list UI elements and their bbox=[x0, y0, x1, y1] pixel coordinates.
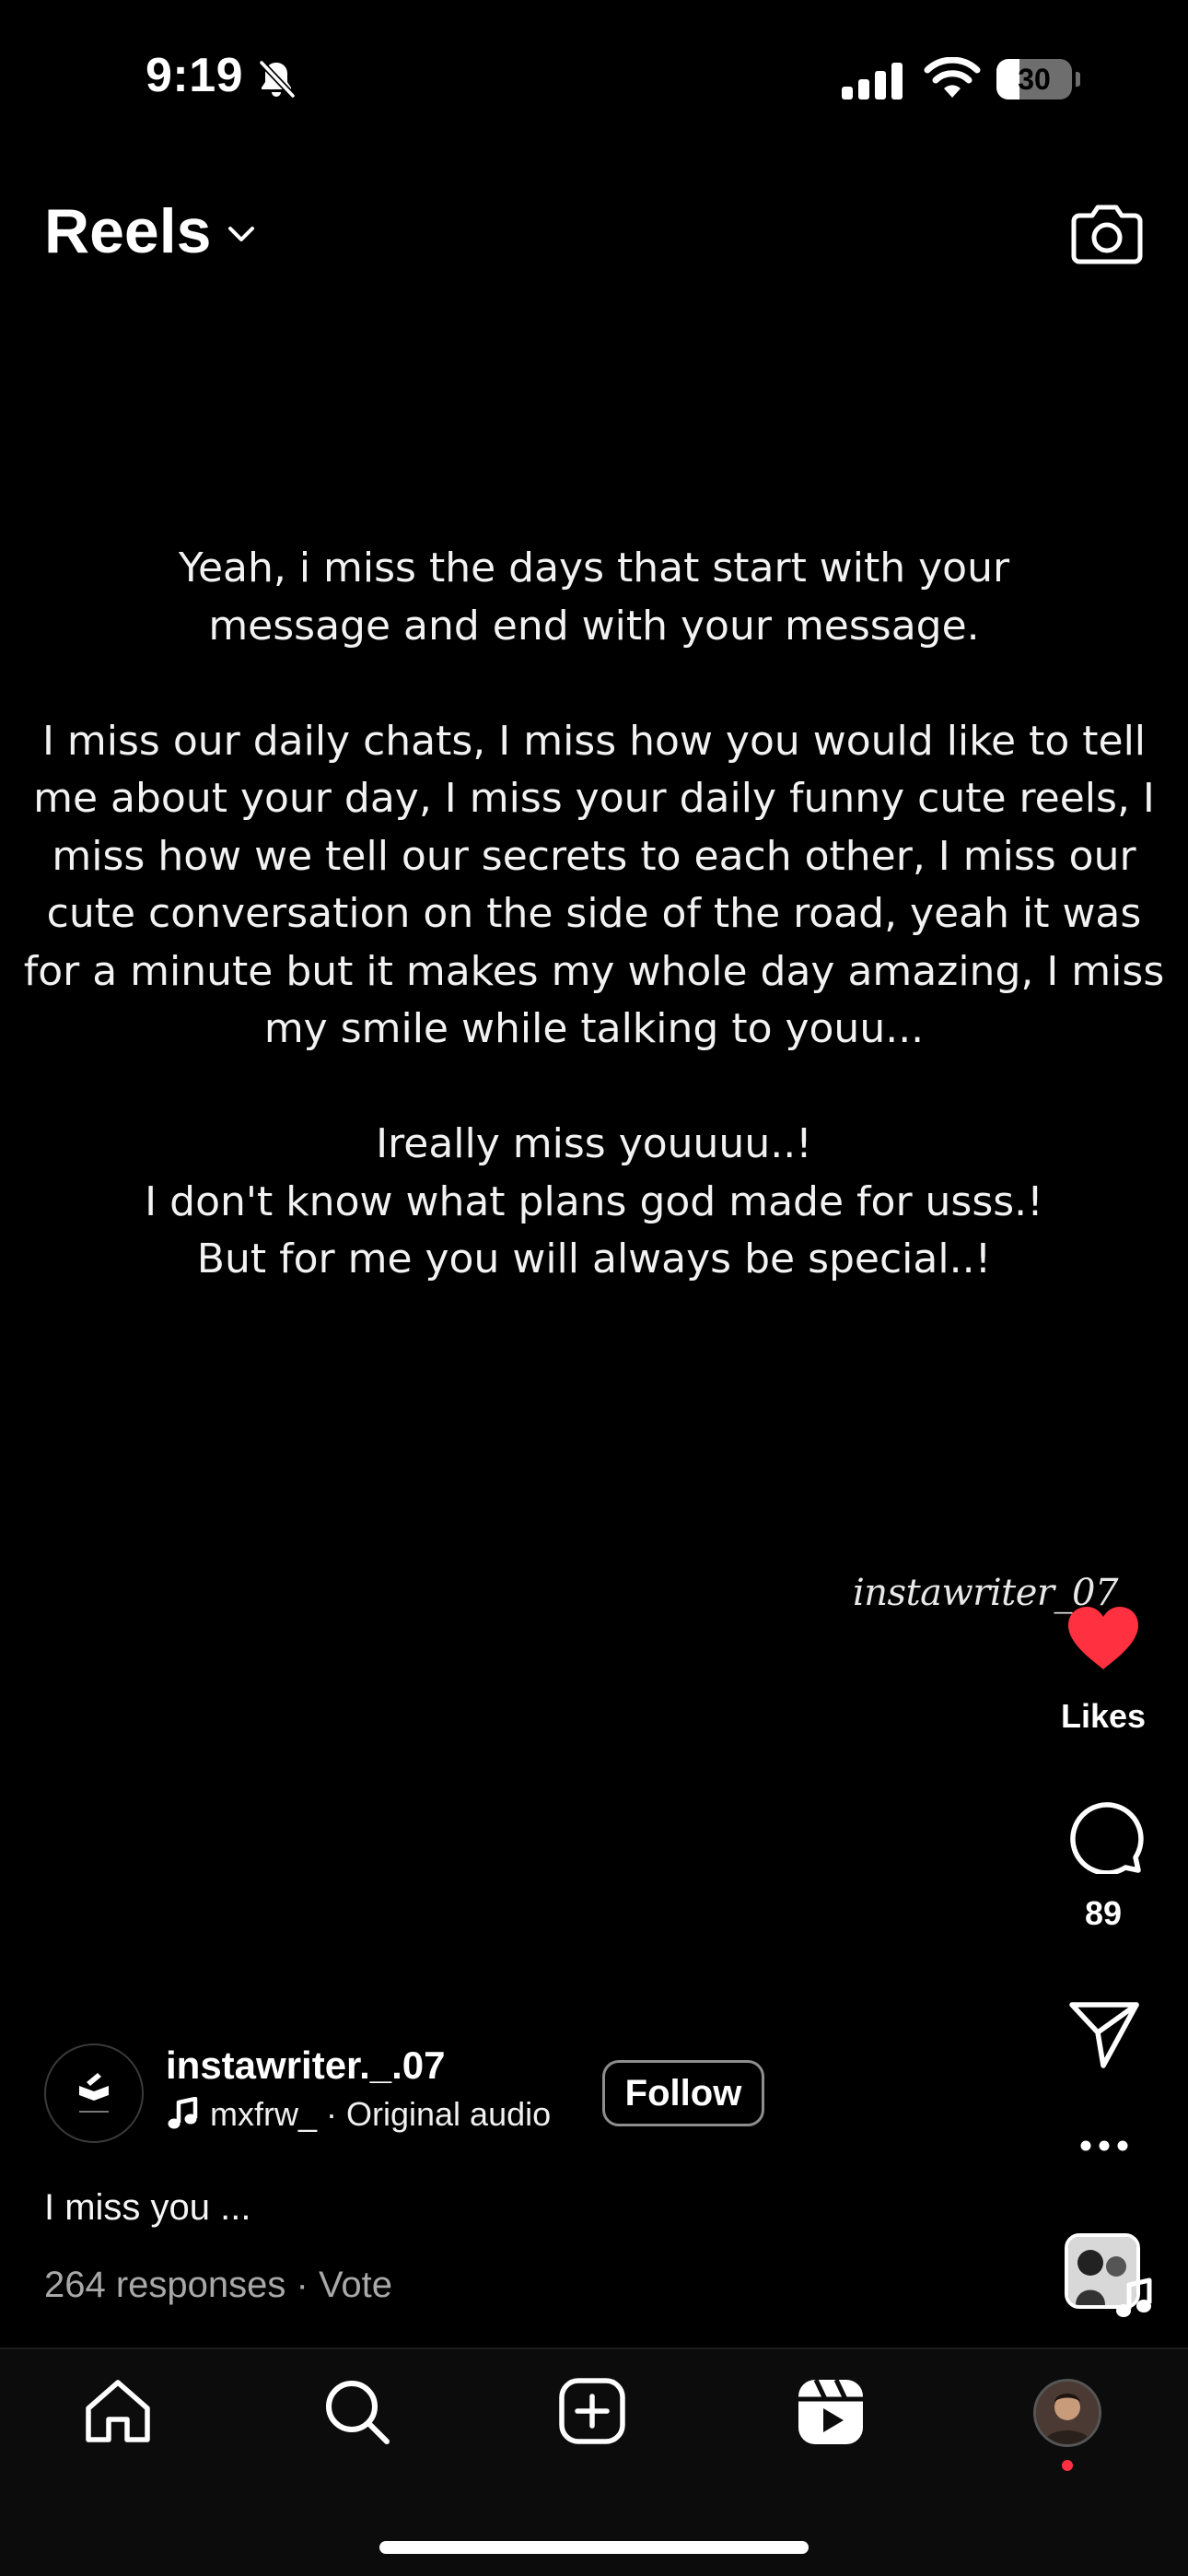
audio-info[interactable]: mxfrw_ · Original audio bbox=[210, 2095, 551, 2134]
signal-icon bbox=[842, 63, 903, 100]
author-username[interactable]: instawriter._.07 bbox=[166, 2043, 446, 2088]
more-options-icon[interactable] bbox=[1079, 2139, 1129, 2152]
bell-slash-icon bbox=[259, 60, 296, 99]
poll-info[interactable]: 264 responses · Vote bbox=[44, 2265, 392, 2306]
reel-text: Yeah, i miss the days that start with yo… bbox=[23, 544, 1165, 1282]
poll-responses[interactable]: 264 responses bbox=[44, 2265, 285, 2305]
poll-separator: · bbox=[285, 2265, 319, 2305]
comment-icon[interactable] bbox=[1065, 1797, 1144, 1874]
notification-dot bbox=[1062, 2460, 1073, 2471]
paper-plane-icon[interactable] bbox=[1066, 1999, 1142, 2069]
wifi-icon bbox=[924, 57, 981, 98]
camera-icon[interactable] bbox=[1070, 199, 1144, 267]
profile-avatar[interactable] bbox=[1033, 2379, 1101, 2447]
reels-icon[interactable] bbox=[796, 2377, 866, 2447]
battery-indicator: 30 bbox=[996, 59, 1081, 100]
likes-label[interactable]: Likes bbox=[1013, 1697, 1188, 1736]
music-note-icon bbox=[1116, 2277, 1152, 2317]
comment-count[interactable]: 89 bbox=[1013, 1894, 1188, 1933]
chevron-down-icon[interactable] bbox=[225, 217, 258, 251]
heart-icon[interactable] bbox=[1065, 1603, 1142, 1673]
create-post-icon[interactable] bbox=[558, 2377, 626, 2445]
page-title[interactable]: Reels bbox=[44, 195, 211, 267]
status-time: 9:19 bbox=[146, 49, 244, 102]
audio-name[interactable]: Original audio bbox=[346, 2095, 551, 2133]
follow-button[interactable]: Follow bbox=[602, 2060, 764, 2126]
home-indicator[interactable] bbox=[379, 2541, 809, 2554]
author-avatar[interactable] bbox=[44, 2043, 144, 2143]
audio-artist[interactable]: mxfrw_ bbox=[210, 2095, 317, 2133]
home-icon[interactable] bbox=[83, 2377, 153, 2445]
search-icon[interactable] bbox=[322, 2377, 392, 2447]
battery-percent: 30 bbox=[1018, 63, 1051, 96]
music-note-icon bbox=[168, 2097, 198, 2129]
vote-link[interactable]: Vote bbox=[319, 2265, 392, 2305]
audio-separator: · bbox=[317, 2095, 346, 2133]
caption[interactable]: I miss you ... bbox=[44, 2187, 251, 2229]
